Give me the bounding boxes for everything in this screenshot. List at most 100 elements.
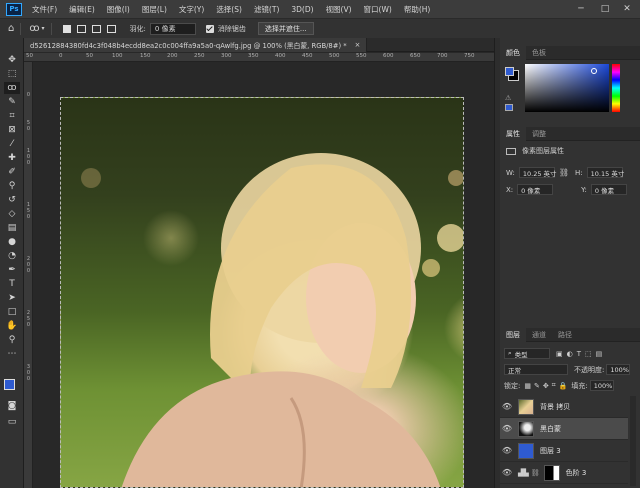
tab-paths[interactable]: 路径 bbox=[552, 328, 578, 342]
filter-pixel-icon[interactable]: ▣ bbox=[556, 350, 563, 358]
move-tool-icon[interactable]: ✥ bbox=[4, 54, 20, 66]
history-brush-icon[interactable]: ↺ bbox=[4, 194, 20, 206]
blend-mode-select[interactable]: 正常 bbox=[504, 364, 568, 375]
layer-row[interactable]: 👁 ▟▙ ⛓ 色阶 3 bbox=[500, 462, 628, 484]
more-tools-icon[interactable]: ⋯ bbox=[4, 348, 20, 360]
healing-brush-icon[interactable]: ✚ bbox=[4, 152, 20, 164]
ruler-label: 350 bbox=[248, 53, 259, 59]
crop-tool-icon[interactable]: ⌗ bbox=[4, 110, 20, 122]
filter-smart-icon[interactable]: ▤ bbox=[596, 350, 603, 358]
gradient-tool-icon[interactable]: ▤ bbox=[4, 222, 20, 234]
clone-stamp-icon[interactable]: ⚲ bbox=[4, 180, 20, 192]
path-select-icon[interactable]: ➤ bbox=[4, 292, 20, 304]
document-tab[interactable]: d52612884380fd4c3f048b4ecdd8ea2c0c004ffa… bbox=[24, 38, 368, 52]
tab-adjustments[interactable]: 调整 bbox=[526, 127, 552, 141]
pen-tool-icon[interactable]: ✒ bbox=[4, 264, 20, 276]
color-picker-cursor[interactable] bbox=[591, 68, 597, 74]
hue-slider[interactable] bbox=[612, 64, 620, 112]
menu-3d[interactable]: 3D(D) bbox=[285, 5, 319, 14]
dodge-tool-icon[interactable]: ◔ bbox=[4, 250, 20, 262]
chain-icon[interactable]: ⛓ bbox=[531, 469, 540, 477]
eye-icon[interactable]: 👁 bbox=[500, 424, 514, 433]
layers-scrollbar[interactable] bbox=[630, 396, 636, 486]
layer-row[interactable]: 👁 图层 3 bbox=[500, 440, 628, 462]
eye-icon[interactable]: 👁 bbox=[500, 468, 514, 477]
menu-view[interactable]: 视图(V) bbox=[320, 4, 358, 15]
subtract-selection-icon[interactable] bbox=[91, 24, 101, 33]
tab-color[interactable]: 颜色 bbox=[500, 45, 526, 60]
filter-type-icon[interactable]: T bbox=[577, 350, 581, 358]
menu-select[interactable]: 选择(S) bbox=[210, 4, 248, 15]
tab-layers[interactable]: 图层 bbox=[500, 327, 526, 342]
intersect-selection-icon[interactable] bbox=[106, 24, 116, 33]
blur-tool-icon[interactable]: ● bbox=[4, 236, 20, 248]
tools-panel: ✥ ⬚ ꝏ ✎ ⌗ ⊠ ⁄ ✚ ✐ ⚲ ↺ ◇ ▤ ● ◔ ✒ T ➤ □ ✋ … bbox=[0, 38, 24, 488]
tab-channels[interactable]: 通道 bbox=[526, 328, 552, 342]
brush-tool-icon[interactable]: ✐ bbox=[4, 166, 20, 178]
filter-shape-icon[interactable]: ⬚ bbox=[585, 350, 592, 358]
select-and-mask-button[interactable]: 选择并遮住... bbox=[257, 22, 314, 35]
tab-swatches[interactable]: 色板 bbox=[526, 46, 552, 60]
home-icon[interactable]: ⌂ bbox=[8, 23, 14, 34]
screen-mode-icon[interactable]: ▭ bbox=[4, 416, 20, 428]
filter-adjust-icon[interactable]: ◐ bbox=[567, 350, 573, 358]
lock-position-icon[interactable]: ✥ bbox=[543, 382, 549, 390]
feather-input[interactable]: 0 像素 bbox=[149, 22, 196, 35]
rectangle-tool-icon[interactable]: □ bbox=[4, 306, 20, 318]
new-selection-icon[interactable] bbox=[62, 24, 71, 33]
eraser-icon[interactable]: ◇ bbox=[4, 208, 20, 220]
eye-icon[interactable]: 👁 bbox=[500, 446, 514, 455]
foreground-color-swatch[interactable] bbox=[4, 379, 15, 390]
lock-transparent-icon[interactable]: ▦ bbox=[524, 382, 531, 390]
layer-row[interactable]: 👁 背景 拷贝 bbox=[500, 396, 628, 418]
panel-foreground-swatch[interactable] bbox=[505, 67, 514, 76]
menu-window[interactable]: 窗口(W) bbox=[358, 4, 398, 15]
menu-image[interactable]: 图像(I) bbox=[101, 4, 136, 15]
document-image[interactable] bbox=[60, 97, 464, 488]
ruler-label: 0 bbox=[26, 160, 31, 166]
hand-tool-icon[interactable]: ✋ bbox=[4, 320, 20, 332]
quick-mask-icon[interactable]: ◙ bbox=[4, 400, 20, 412]
minimize-button[interactable]: ─ bbox=[570, 0, 592, 18]
menu-layer[interactable]: 图层(L) bbox=[136, 4, 173, 15]
menu-type[interactable]: 文字(Y) bbox=[173, 4, 210, 15]
pixel-layer-icon bbox=[506, 147, 516, 155]
layer-row-selected[interactable]: 👁 黑白蒙 bbox=[500, 418, 628, 440]
width-row: W: 10.25 英寸 ⛓ H: 10.15 英寸 bbox=[506, 167, 624, 178]
menu-help[interactable]: 帮助(H) bbox=[398, 4, 437, 15]
opacity-input[interactable]: 100% bbox=[606, 364, 631, 375]
layer-filter-select[interactable]: ⌕ 类型 bbox=[504, 348, 550, 359]
antialias-checkbox[interactable] bbox=[205, 24, 214, 33]
lock-all-icon[interactable]: 🔒 bbox=[559, 382, 568, 390]
lasso-tool-icon[interactable]: ꝏ bbox=[4, 82, 20, 94]
lock-artboard-icon[interactable]: ⌗ bbox=[552, 381, 556, 390]
lock-image-icon[interactable]: ✎ bbox=[534, 382, 540, 390]
tab-properties[interactable]: 属性 bbox=[500, 126, 526, 141]
color-panel-tabs: 颜色 色板 bbox=[500, 45, 640, 60]
close-button[interactable]: ✕ bbox=[616, 0, 638, 18]
x-input[interactable]: 0 像素 bbox=[517, 184, 554, 195]
chevron-down-icon[interactable]: ▾ bbox=[42, 25, 45, 32]
height-input[interactable]: 10.15 英寸 bbox=[586, 167, 624, 178]
width-input[interactable]: 10.25 英寸 bbox=[518, 167, 557, 178]
divider bbox=[50, 22, 52, 35]
add-selection-icon[interactable] bbox=[76, 24, 86, 33]
eye-icon[interactable]: 👁 bbox=[500, 402, 514, 411]
quick-select-icon[interactable]: ✎ bbox=[4, 96, 20, 108]
zoom-tool-icon[interactable]: ⚲ bbox=[4, 334, 20, 346]
marquee-tool-icon[interactable]: ⬚ bbox=[4, 68, 20, 80]
eyedropper-icon[interactable]: ⁄ bbox=[4, 138, 20, 150]
lasso-tool-icon[interactable]: ꝏ bbox=[29, 23, 39, 34]
frame-tool-icon[interactable]: ⊠ bbox=[4, 124, 20, 136]
height-label: H: bbox=[575, 168, 583, 177]
menu-file[interactable]: 文件(F) bbox=[26, 4, 63, 15]
close-tab-icon[interactable]: × bbox=[355, 41, 361, 49]
y-input[interactable]: 0 像素 bbox=[590, 184, 627, 195]
type-tool-icon[interactable]: T bbox=[4, 278, 20, 290]
menu-edit[interactable]: 编辑(E) bbox=[63, 4, 101, 15]
photoshop-logo: Ps bbox=[6, 2, 22, 16]
link-icon[interactable]: ⛓ bbox=[559, 168, 569, 177]
menu-filter[interactable]: 滤镜(T) bbox=[248, 4, 285, 15]
fill-input[interactable]: 100% bbox=[589, 380, 614, 391]
maximize-button[interactable]: □ bbox=[594, 0, 616, 18]
